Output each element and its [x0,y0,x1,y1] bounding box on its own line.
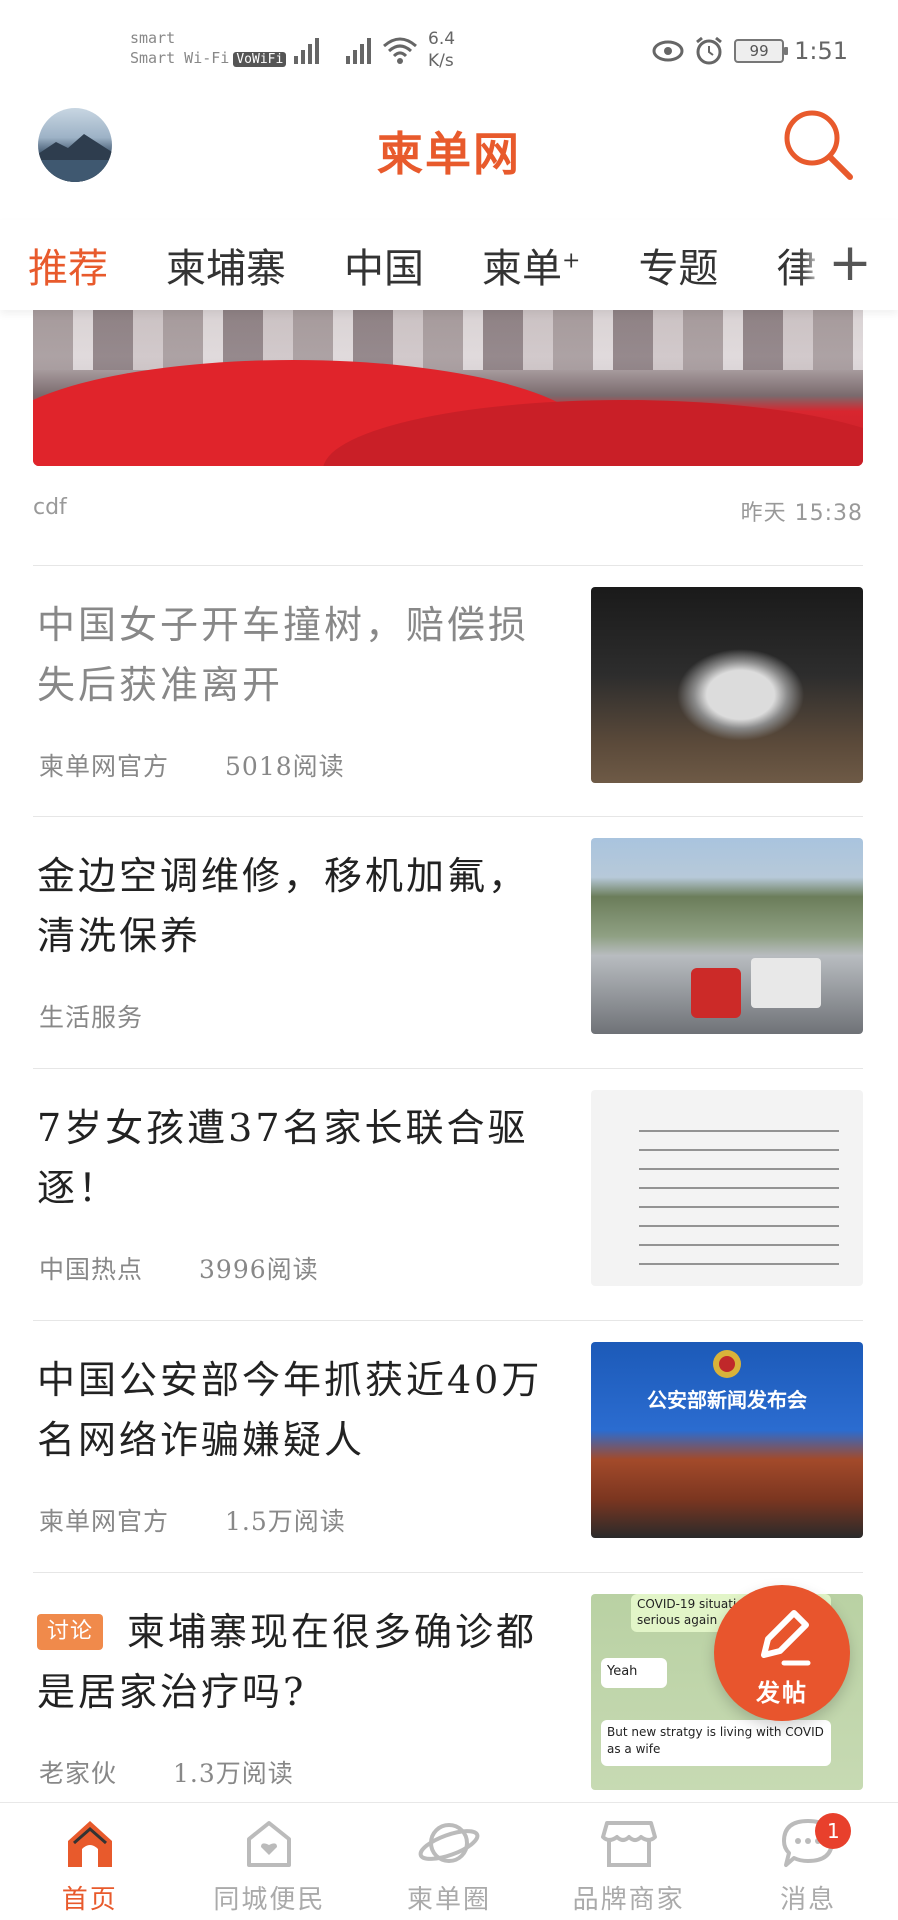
news-title: 讨论 柬埔寨现在很多确诊都是居家治疗吗? [37,1602,567,1722]
thumb-chat-text-4: But new stratgy is living with COVID as … [607,1725,824,1756]
news-title: 中国公安部今年抓获近40万名网络诈骗嫌疑人 [37,1358,543,1462]
news-source: 柬单网官方 [39,1507,170,1536]
tab-recommended[interactable]: 推荐 [28,236,108,294]
message-badge: 1 [815,1813,852,1849]
alarm-icon [696,36,723,65]
tab-china[interactable]: 中国 [344,236,424,294]
tab-jiandan-plus[interactable]: 柬单+ [482,236,580,294]
network-speed: 6.4 K/s [428,28,455,72]
signal-icon [294,38,319,64]
thumb-ac-unit [751,958,821,1008]
nav-city-services[interactable]: 同城便民 [180,1803,360,1920]
news-meta: 老家伙 1.3万阅读 [39,1754,294,1790]
clock: 1:51 [794,37,848,65]
nav-label: 消息 [780,1885,837,1915]
search-icon[interactable] [778,104,858,184]
speed-value: 6.4 [428,29,456,49]
thumb-press-banner: 公安部新闻发布会 [647,1388,807,1412]
vowifi-badge: VoWiFi [233,52,287,67]
news-thumbnail-press: 公安部新闻发布会 [591,1342,863,1538]
banner-time: 昨天 15:38 [740,501,863,526]
compose-label: 发帖 [756,1679,808,1707]
nav-label: 品牌商家 [572,1885,685,1915]
news-thumbnail-chat [591,1090,863,1286]
news-source: 老家伙 [39,1759,118,1788]
news-title: 7岁女孩遭37名家长联合驱逐！ [37,1106,529,1210]
divider [33,816,863,817]
thumb-chat-bubble: But new stratgy is living with COVID as … [601,1720,831,1766]
divider [33,1320,863,1321]
tab-cambodia[interactable]: 柬埔寨 [166,236,286,294]
nav-label: 柬单圈 [406,1885,491,1915]
divider [33,565,863,566]
thumb-chat-text-2: serious again [637,1613,718,1627]
tab-plus-suffix: + [562,248,581,274]
news-meta: 中国热点 3996阅读 [39,1250,319,1286]
nav-label: 首页 [61,1885,118,1915]
news-meta: 柬单网官方 5018阅读 [39,747,345,783]
city-house-icon [247,1821,292,1867]
nav-label: 同城便民 [213,1885,326,1915]
news-item[interactable]: 金边空调维修，移机加氟，清洗保养 生活服务 [33,838,863,1038]
news-title-text: 柬埔寨现在很多确诊都是居家治疗吗? [37,1610,538,1714]
discussion-tag: 讨论 [37,1613,104,1650]
news-source: 柬单网官方 [39,752,170,781]
nav-jiandan-circle[interactable]: 柬单圈 [359,1803,539,1920]
banner-meta: cdf 昨天 15:38 [33,495,863,526]
add-tab-icon[interactable]: + [828,237,872,289]
news-source: 中国热点 [39,1255,144,1284]
thumb-chat-text [639,1130,839,1280]
shop-icon [600,1821,657,1867]
news-thumbnail-aircon [591,838,863,1034]
divider [33,1572,863,1573]
compose-post-button[interactable]: 发帖 [714,1585,850,1721]
news-reads: 3996阅读 [199,1255,319,1284]
battery-level: 99 [749,42,769,60]
carrier-name: smart [130,29,176,47]
eye-icon [652,40,684,62]
nav-messages[interactable]: 1 消息 [718,1803,898,1920]
planet-icon [418,1823,480,1863]
news-meta: 生活服务 [39,998,143,1034]
wifi-icon [383,37,417,64]
banner-image[interactable] [33,310,863,466]
tab-law[interactable]: 律 [776,236,816,294]
news-reads: 1.5万阅读 [225,1507,346,1536]
speed-unit: K/s [428,51,454,71]
divider [33,1068,863,1069]
status-bar: smart Smart Wi-Fi VoWiFi 6.4 K/s 99 1:51 [0,0,898,100]
tab-topics[interactable]: 专题 [638,236,718,294]
home-icon [67,1821,112,1867]
wifi-carrier-name: Smart Wi-Fi [130,49,230,67]
thumb-chat-text-3: Yeah [607,1664,638,1679]
news-item[interactable]: 中国公安部今年抓获近40万名网络诈骗嫌疑人 柬单网官方 1.5万阅读 公安部新闻发… [33,1342,863,1542]
news-thumbnail-crash [591,587,863,783]
news-item[interactable]: 7岁女孩遭37名家长联合驱逐！ 中国热点 3996阅读 [33,1090,863,1290]
thumb-chat-bubble: Yeah [601,1658,667,1688]
banner-source: cdf [33,495,67,520]
status-icons: 99 1:51 [652,36,848,66]
carrier-info: smart Smart Wi-Fi VoWiFi [130,28,287,70]
news-reads: 1.3万阅读 [173,1759,294,1788]
app-title: 柬单网 [377,127,521,181]
thumb-worker [691,968,741,1018]
news-title: 中国女子开车撞树，赔偿损失后获准离开 [37,603,530,707]
pencil-icon [761,1610,811,1666]
police-emblem-icon [713,1350,741,1378]
bottom-navigation: 首页 同城便民 柬单圈 品牌商家 1 消息 [0,1802,898,1920]
news-source: 生活服务 [39,1003,144,1032]
news-reads: 5018阅读 [225,752,345,781]
news-title: 金边空调维修，移机加氟，清洗保养 [37,854,530,958]
banner-storefronts [33,310,863,370]
nav-brand-merchants[interactable]: 品牌商家 [539,1803,719,1920]
battery-icon: 99 [734,39,789,63]
news-meta: 柬单网官方 1.5万阅读 [39,1502,346,1538]
news-item[interactable]: 中国女子开车撞树，赔偿损失后获准离开 柬单网官方 5018阅读 [33,587,863,787]
app-header: 柬单网 [0,100,898,210]
category-tabs: 推荐 柬埔寨 中国 柬单+ 专题 律 + [0,220,898,310]
nav-home[interactable]: 首页 [0,1803,180,1920]
tab-jiandan-label: 柬单 [482,246,562,292]
signal-icon-2 [346,38,371,64]
